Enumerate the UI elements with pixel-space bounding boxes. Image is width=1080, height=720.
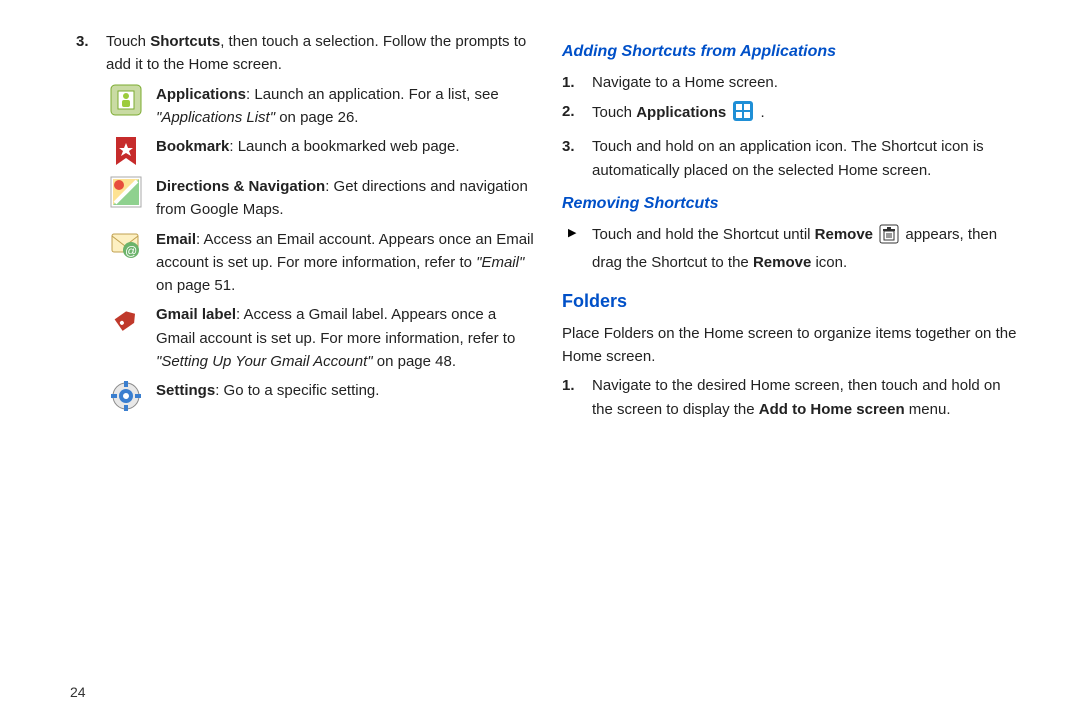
add-step-2c: . (756, 104, 764, 121)
directions-icon (106, 175, 146, 209)
heading-removing-shortcuts: Removing Shortcuts (562, 192, 1024, 217)
page-container: Touch Shortcuts, then touch a selection.… (0, 0, 1080, 720)
shortcut-row-directions: Directions & Navigation: Get directions … (106, 175, 538, 222)
rem-d: Remove (753, 254, 811, 271)
bookmark-icon (106, 135, 146, 169)
bookmark-body1: : Launch a bookmarked web page. (229, 138, 459, 155)
left-column: Touch Shortcuts, then touch a selection.… (36, 30, 550, 720)
applications-body2: on page 26. (275, 109, 358, 126)
add-step-3-text: Touch and hold on an application icon. T… (592, 138, 984, 178)
email-text: Email: Access an Email account. Appears … (146, 228, 538, 298)
add-shortcut-steps: Navigate to a Home screen. Touch Applica… (562, 71, 1024, 182)
f1b: Add to Home screen (759, 401, 905, 418)
add-step-1-text: Navigate to a Home screen. (592, 74, 778, 91)
rem-e: icon. (811, 254, 847, 271)
folders-intro: Place Folders on the Home screen to orga… (562, 322, 1024, 369)
add-step-2a: Touch (592, 104, 636, 121)
settings-text: Settings: Go to a specific setting. (146, 379, 538, 402)
step3-text-b: Shortcuts (150, 33, 220, 50)
email-title: Email (156, 231, 196, 248)
add-step-1: Navigate to a Home screen. (562, 71, 1024, 94)
applications-body1: : Launch an application. For a list, see (246, 86, 499, 103)
gmail-body2: on page 48. (373, 353, 456, 370)
right-column: Adding Shortcuts from Applications Navig… (550, 30, 1044, 720)
settings-body1: : Go to a specific setting. (215, 382, 379, 399)
settings-icon (106, 379, 146, 413)
trash-icon (879, 224, 899, 251)
email-body2: on page 51. (156, 277, 235, 294)
bookmark-text: Bookmark: Launch a bookmarked web page. (146, 135, 538, 158)
shortcut-row-applications: Applications: Launch an application. For… (106, 83, 538, 130)
add-step-2b: Applications (636, 104, 726, 121)
svg-text:@: @ (125, 244, 137, 258)
step-list: Touch Shortcuts, then touch a selection.… (76, 30, 538, 77)
email-icon: @ (106, 228, 146, 262)
folder-step-1: Navigate to the desired Home screen, the… (562, 374, 1024, 421)
shortcut-row-gmail: Gmail label: Access a Gmail label. Appea… (106, 303, 538, 373)
gmail-label-icon (106, 303, 146, 337)
heading-adding-shortcuts: Adding Shortcuts from Applications (562, 40, 1024, 65)
directions-title: Directions & Navigation (156, 178, 325, 195)
remove-list: Touch and hold the Shortcut until Remove… (562, 223, 1024, 275)
apps-grid-icon (732, 100, 754, 129)
rem-b: Remove (815, 226, 873, 243)
applications-title: Applications (156, 86, 246, 103)
folder-steps: Navigate to the desired Home screen, the… (562, 374, 1024, 421)
heading-folders: Folders (562, 288, 1024, 316)
rem-a: Touch and hold the Shortcut until (592, 226, 815, 243)
email-link: "Email" (476, 254, 524, 271)
f1c: menu. (905, 401, 951, 418)
add-step-3: Touch and hold on an application icon. T… (562, 135, 1024, 182)
applications-link: "Applications List" (156, 109, 275, 126)
step-3: Touch Shortcuts, then touch a selection.… (76, 30, 538, 77)
directions-text: Directions & Navigation: Get directions … (146, 175, 538, 222)
settings-title: Settings (156, 382, 215, 399)
shortcut-row-email: @ Email: Access an Email account. Appear… (106, 228, 538, 298)
applications-text: Applications: Launch an application. For… (146, 83, 538, 130)
remove-item: Touch and hold the Shortcut until Remove… (562, 223, 1024, 275)
add-step-2: Touch Applications . (562, 100, 1024, 129)
shortcut-row-bookmark: Bookmark: Launch a bookmarked web page. (106, 135, 538, 169)
shortcut-row-settings: Settings: Go to a specific setting. (106, 379, 538, 413)
gmail-text: Gmail label: Access a Gmail label. Appea… (146, 303, 538, 373)
page-number: 24 (70, 684, 86, 700)
gmail-title: Gmail label (156, 306, 236, 323)
bookmark-title: Bookmark (156, 138, 229, 155)
gmail-link: "Setting Up Your Gmail Account" (156, 353, 373, 370)
applications-icon (106, 83, 146, 117)
step3-text-a: Touch (106, 33, 150, 50)
